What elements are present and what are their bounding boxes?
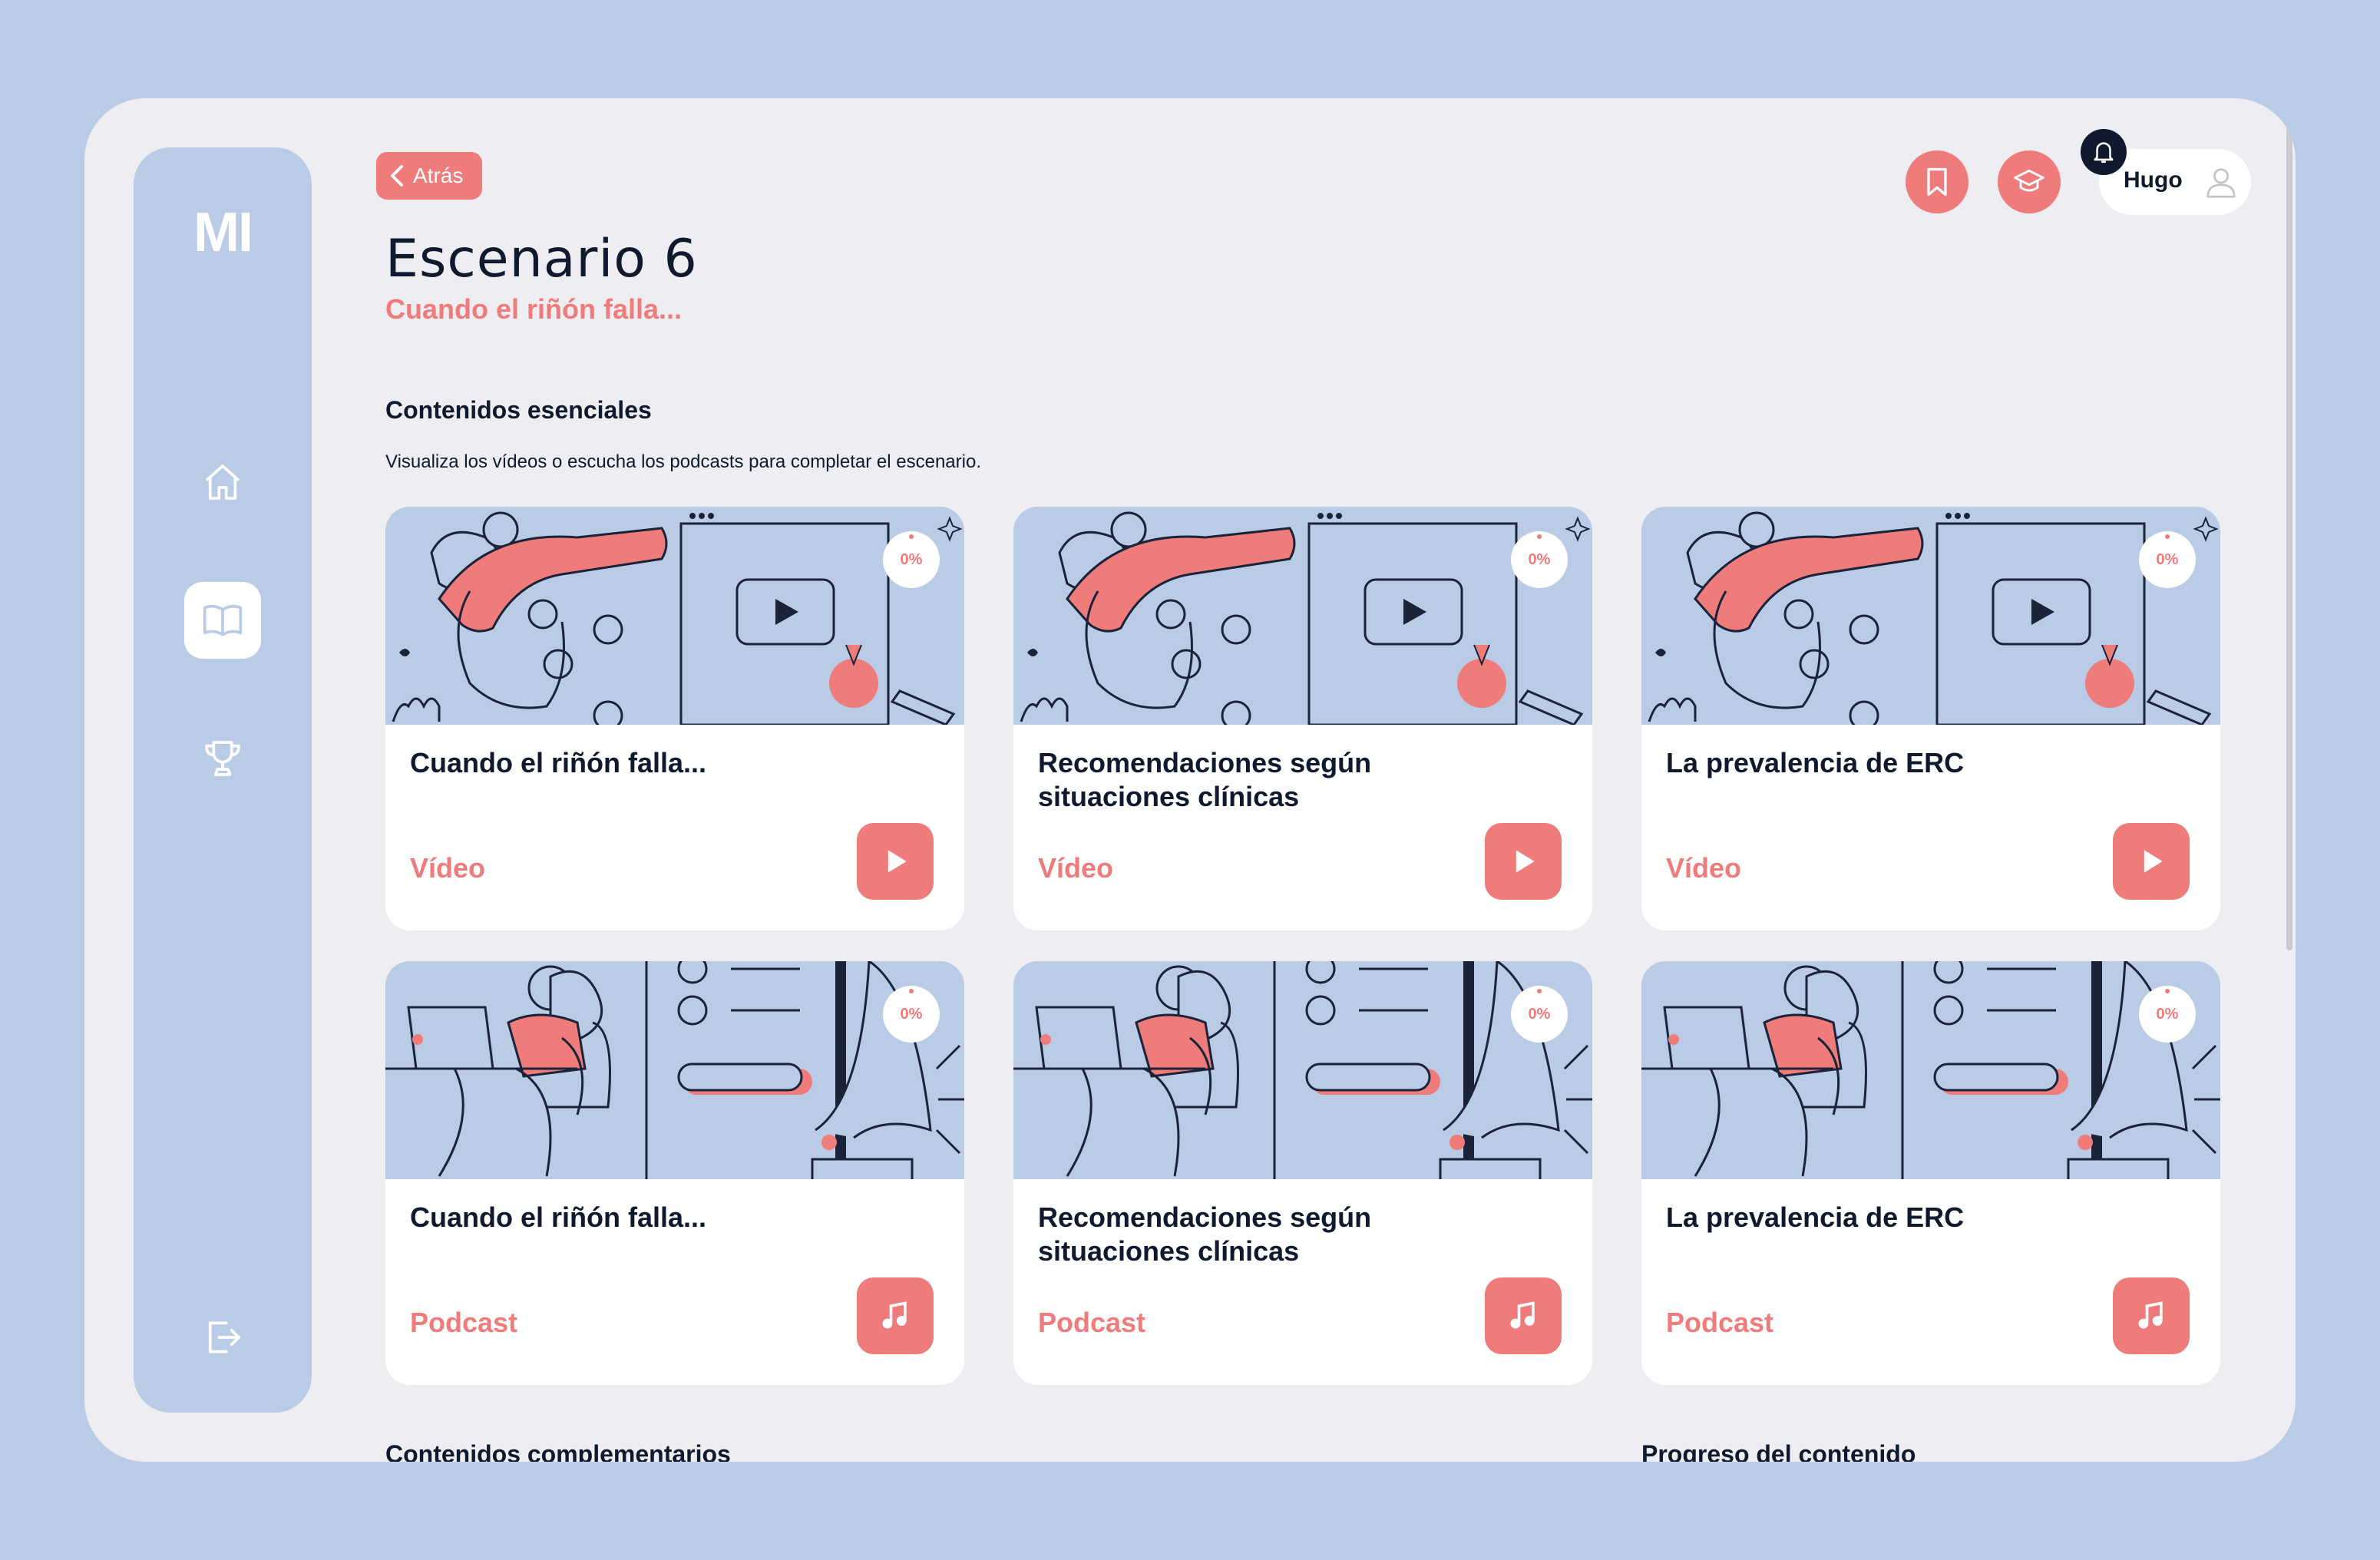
progress-badge: 0% — [1511, 531, 1568, 588]
card-title: La prevalencia de ERC — [1666, 747, 1965, 778]
card-type: Podcast — [1666, 1307, 1774, 1338]
progress-badge: 0% — [2139, 531, 2196, 588]
music-note-icon — [2138, 1301, 2163, 1329]
podcast-illustration — [1013, 961, 1592, 1179]
trophy-icon — [205, 741, 240, 776]
music-note-icon — [1510, 1301, 1535, 1329]
bookmark-icon — [1927, 167, 1947, 197]
book-icon — [203, 604, 243, 636]
video-illustration — [1641, 507, 2220, 725]
nav-home[interactable] — [184, 444, 261, 521]
progress-badge: 0% — [883, 986, 940, 1043]
video-illustration — [385, 507, 964, 725]
essentials-description: Visualiza los vídeos o escucha los podca… — [385, 451, 981, 472]
progress-badge: 0% — [2139, 986, 2196, 1043]
home-icon — [205, 464, 240, 500]
card-type: Vídeo — [410, 852, 486, 884]
content-card[interactable]: 0% Cuando el riñón falla... Vídeo — [385, 507, 964, 930]
card-type: Vídeo — [1666, 852, 1742, 884]
play-button[interactable] — [1485, 823, 1562, 900]
logout-icon — [208, 1321, 240, 1353]
play-icon — [1516, 850, 1535, 873]
card-type: Vídeo — [1038, 852, 1114, 884]
back-label: Atrás — [413, 164, 464, 187]
progress-badge: 0% — [1511, 986, 1568, 1043]
listen-button[interactable] — [857, 1277, 934, 1354]
sidebar: MI — [134, 147, 312, 1413]
bookmarks-button[interactable] — [1906, 150, 1968, 213]
play-button[interactable] — [2113, 823, 2190, 900]
card-title: Cuando el riñón falla... — [410, 747, 707, 778]
nav-achievements[interactable] — [184, 720, 261, 797]
podcast-illustration — [385, 961, 964, 1179]
bell-icon — [2094, 142, 2114, 164]
essentials-title: Contenidos esenciales — [385, 396, 652, 424]
nav-contents[interactable] — [184, 582, 261, 659]
content-card[interactable]: 0% La prevalencia de ERC Vídeo — [1641, 507, 2220, 930]
card-title: Recomendaciones según situaciones clínic… — [1038, 1201, 1372, 1267]
play-icon — [2144, 850, 2163, 873]
video-illustration — [1013, 507, 1592, 725]
app-window: MI Atrás Escenario 6 Cuando el riñón fal… — [84, 98, 2296, 1462]
back-button[interactable]: Atrás — [376, 152, 482, 200]
graduation-cap-icon — [2014, 169, 2044, 192]
card-title: Cuando el riñón falla... — [410, 1201, 707, 1233]
content-card[interactable]: 0% Recomendaciones según situaciones clí… — [1013, 507, 1592, 930]
user-name: Hugo — [2124, 167, 2183, 193]
card-type: Podcast — [1038, 1307, 1146, 1338]
content-card[interactable]: 0% Cuando el riñón falla... Podcast — [385, 961, 964, 1385]
card-title: Recomendaciones según situaciones clínic… — [1038, 747, 1372, 812]
page-subtitle: Cuando el riñón falla... — [385, 293, 683, 325]
play-icon — [888, 850, 907, 873]
card-type: Podcast — [410, 1307, 518, 1338]
listen-button[interactable] — [1485, 1277, 1562, 1354]
scrollbar[interactable] — [2286, 114, 2292, 950]
card-title: La prevalencia de ERC — [1666, 1201, 1965, 1233]
chevron-left-icon — [391, 165, 403, 187]
page-title: Escenario 6 — [385, 229, 698, 289]
user-icon — [2206, 168, 2236, 198]
progress-badge: 0% — [883, 531, 940, 588]
nav-logout[interactable] — [184, 1299, 261, 1376]
content-progress-title: Progreso del contenido — [1641, 1440, 1916, 1462]
listen-button[interactable] — [2113, 1277, 2190, 1354]
content-card[interactable]: 0% Recomendaciones según situaciones clí… — [1013, 961, 1592, 1385]
complementary-title: Contenidos complementarios — [385, 1440, 731, 1462]
podcast-illustration — [1641, 961, 2220, 1179]
app-logo: MI — [193, 202, 253, 263]
courses-button[interactable] — [1998, 150, 2061, 213]
notifications-button[interactable] — [2081, 129, 2127, 175]
music-note-icon — [882, 1301, 907, 1329]
content-card[interactable]: 0% La prevalencia de ERC Podcast — [1641, 961, 2220, 1385]
play-button[interactable] — [857, 823, 934, 900]
